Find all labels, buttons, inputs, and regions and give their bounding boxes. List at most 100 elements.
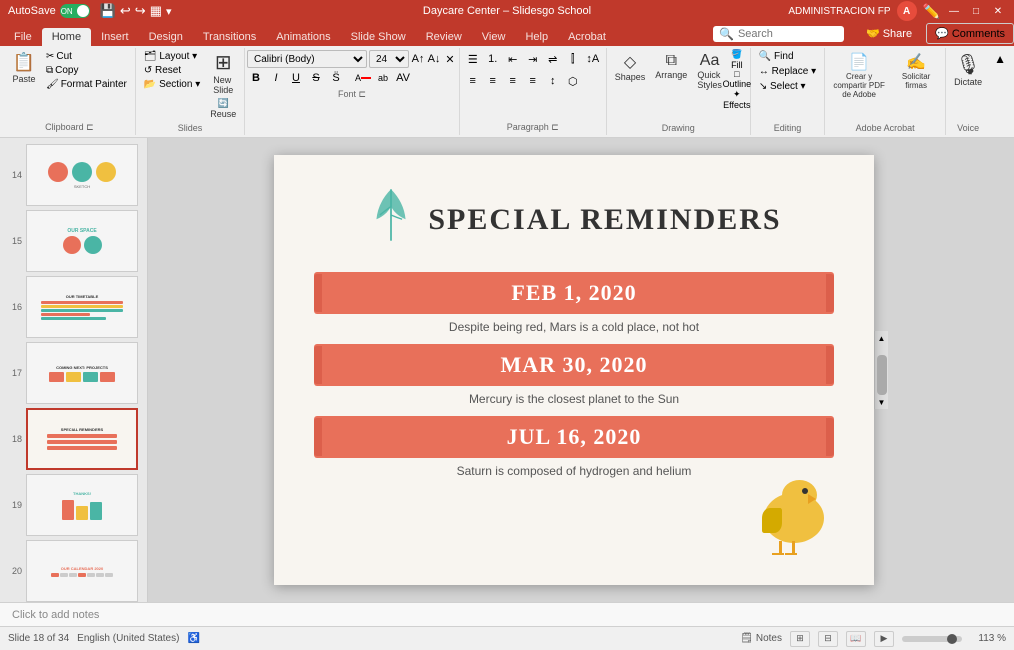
slide-thumb-19[interactable]: THANKS! [26, 474, 138, 536]
tab-acrobat[interactable]: Acrobat [558, 28, 616, 46]
clear-format-button[interactable]: ✕ [443, 52, 457, 66]
underline-button[interactable]: U [287, 69, 305, 87]
scroll-down-button[interactable]: ▼ [875, 395, 888, 409]
tab-view[interactable]: View [472, 28, 516, 46]
redo-icon[interactable]: ↪ [135, 3, 146, 19]
numbering-button[interactable]: 1. [484, 50, 502, 68]
text-direction-button[interactable]: ↕A [584, 50, 602, 68]
scroll-track[interactable] [875, 345, 888, 395]
font-color-button[interactable]: A [354, 69, 372, 87]
line-spacing-button[interactable]: ↕ [544, 72, 562, 90]
tab-slideshow[interactable]: Slide Show [341, 28, 416, 46]
section-button[interactable]: 📂 Section ▾ [140, 78, 204, 91]
slide-thumb-18[interactable]: SPECIAL REMINDERS [26, 408, 138, 470]
tab-animations[interactable]: Animations [266, 28, 340, 46]
char-spacing-button[interactable]: AV [394, 69, 412, 87]
strikethrough-button[interactable]: S [307, 69, 325, 87]
request-signature-button[interactable]: ✍ Solicitar firmas [891, 50, 941, 92]
shapes-button[interactable]: ◇ Shapes [611, 50, 650, 84]
zoom-thumb[interactable] [947, 634, 957, 644]
reading-view-button[interactable]: 📖 [846, 631, 866, 647]
slide-item-19[interactable]: 19 THANKS! [0, 472, 147, 538]
right-scrollbar[interactable]: ▲ ▼ [874, 331, 888, 409]
layout-button[interactable]: 🗂 Layout ▾ [140, 50, 204, 63]
shape-outline-button[interactable]: □ Outline [728, 70, 746, 88]
notes-button[interactable]: 🗒 Notes [740, 633, 782, 644]
smart-art-button[interactable]: ⬡ [564, 72, 582, 90]
slide-item-16[interactable]: 16 OUR TIMETABLE [0, 274, 147, 340]
search-area[interactable]: 🔍 [713, 26, 844, 42]
titlebar-minimize[interactable]: — [946, 3, 962, 19]
slide-item-17[interactable]: 17 COMING NEXT: PROJECTS [0, 340, 147, 406]
slide-item-15[interactable]: 15 OUR SPACE [0, 208, 147, 274]
shape-fill-button[interactable]: 🪣 Fill [728, 50, 746, 68]
tab-file[interactable]: File [4, 28, 42, 46]
indent-decrease-button[interactable]: ⇤ [504, 50, 522, 68]
tab-insert[interactable]: Insert [91, 28, 139, 46]
tab-help[interactable]: Help [515, 28, 558, 46]
font-decrease-button[interactable]: A↓ [427, 52, 441, 66]
tab-home[interactable]: Home [42, 28, 91, 46]
slide-item-18[interactable]: 18 SPECIAL REMINDERS [0, 406, 147, 472]
dictate-button[interactable]: 🎙 Dictate [950, 50, 986, 89]
tab-design[interactable]: Design [139, 28, 193, 46]
share-button[interactable]: 🤝 Share [856, 24, 922, 43]
align-justify-button[interactable]: ≡ [524, 72, 542, 90]
normal-view-button[interactable]: ⊞ [790, 631, 810, 647]
search-input[interactable] [738, 28, 838, 40]
slideshow-button[interactable]: ▶ [874, 631, 894, 647]
bullets-button[interactable]: ☰ [464, 50, 482, 68]
slide-thumb-15[interactable]: OUR SPACE [26, 210, 138, 272]
reuse-button[interactable]: 🔄 Reuse [206, 96, 240, 121]
slide-panel[interactable]: 14 SKETCH 15 OUR SPACE [0, 138, 148, 602]
find-button[interactable]: 🔍 Find [755, 50, 798, 63]
bold-button[interactable]: B [247, 69, 265, 87]
replace-button[interactable]: ↔ Replace ▾ [755, 65, 820, 78]
autosave-toggle[interactable]: ON [60, 4, 90, 18]
comments-button[interactable]: 💬 Comments [926, 23, 1014, 44]
scroll-up-button[interactable]: ▲ [875, 331, 888, 345]
accessibility-icon[interactable]: ♿ [187, 633, 199, 644]
shape-effects-button[interactable]: ✦ Effects [728, 90, 746, 108]
slide-thumb-16[interactable]: OUR TIMETABLE [26, 276, 138, 338]
slide-item-14[interactable]: 14 SKETCH [0, 142, 147, 208]
slide-sorter-button[interactable]: ⊟ [818, 631, 838, 647]
slide-item-20[interactable]: 20 OUR CALENDAR 2020 [0, 538, 147, 602]
shadow-button[interactable]: S̈ [327, 69, 345, 87]
titlebar-close[interactable]: ✕ [990, 3, 1006, 19]
arrange-button[interactable]: ⧉ Arrange [651, 50, 691, 82]
scroll-thumb[interactable] [877, 355, 887, 395]
font-name-select[interactable]: Calibri (Body) [247, 50, 367, 68]
pen-icon[interactable]: ✏️ [923, 3, 940, 20]
italic-button[interactable]: I [267, 69, 285, 87]
customize-icon[interactable]: ▾ [166, 5, 172, 18]
save-icon[interactable]: 💾 [100, 3, 116, 19]
slide-thumb-17[interactable]: COMING NEXT: PROJECTS [26, 342, 138, 404]
rtl-button[interactable]: ⇌ [544, 50, 562, 68]
tab-transitions[interactable]: Transitions [193, 28, 266, 46]
paste-button[interactable]: 📋 Paste [8, 50, 40, 86]
undo-icon[interactable]: ↩ [120, 3, 131, 19]
titlebar-maximize[interactable]: □ [968, 3, 984, 19]
text-highlight-button[interactable]: ab [374, 69, 392, 87]
notes-bar[interactable]: Click to add notes [0, 602, 1014, 626]
zoom-slider[interactable] [902, 636, 962, 642]
format-painter-button[interactable]: 🖌 Format Painter [42, 78, 131, 91]
quick-styles-button[interactable]: Aa QuickStyles [693, 50, 726, 92]
present-icon[interactable]: ▦ [150, 3, 162, 19]
align-right-button[interactable]: ≡ [504, 72, 522, 90]
new-slide-button[interactable]: ⊞ NewSlide [207, 50, 239, 95]
indent-increase-button[interactable]: ⇥ [524, 50, 542, 68]
ribbon-collapse-button[interactable]: ▲ [994, 52, 1006, 66]
select-button[interactable]: ↘ Select ▾ [755, 80, 810, 93]
slide-thumb-14[interactable]: SKETCH [26, 144, 138, 206]
reset-button[interactable]: ↺ Reset [140, 64, 204, 77]
align-left-button[interactable]: ≡ [464, 72, 482, 90]
notes-placeholder[interactable]: Click to add notes [12, 609, 99, 621]
align-center-button[interactable]: ≡ [484, 72, 502, 90]
slide-thumb-20[interactable]: OUR CALENDAR 2020 [26, 540, 138, 602]
font-increase-button[interactable]: A↑ [411, 52, 425, 66]
columns-button[interactable]: ⫿ [564, 50, 582, 68]
user-avatar[interactable]: A [897, 1, 917, 21]
tab-review[interactable]: Review [416, 28, 472, 46]
